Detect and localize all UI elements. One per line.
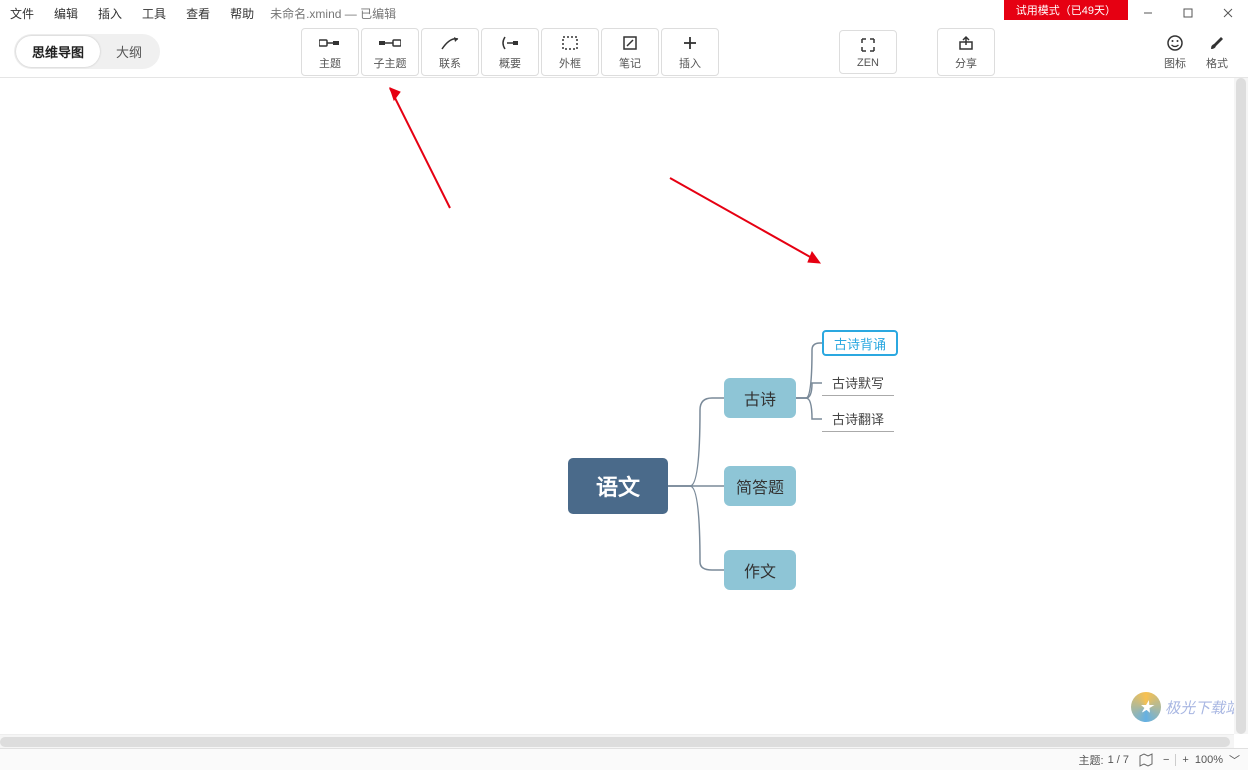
menu-file[interactable]: 文件 <box>0 5 44 22</box>
subtopic-beisong[interactable]: 古诗背诵 <box>822 330 898 356</box>
menu-bar: 文件 编辑 插入 工具 查看 帮助 未命名.xmind — 已编辑 试用模式（已… <box>0 0 1248 26</box>
central-topic[interactable]: 语文 <box>568 458 668 514</box>
annotation-arrow-2 <box>660 168 830 278</box>
zoom-in-button[interactable]: + <box>1182 754 1188 766</box>
document-title: 未命名.xmind — 已编辑 <box>264 5 396 22</box>
note-label: 笔记 <box>619 55 641 71</box>
menu-insert[interactable]: 插入 <box>88 5 132 22</box>
zoom-level[interactable]: 100% <box>1195 754 1223 766</box>
toolbar: 思维导图 大纲 主题 子主题 联系 概要 外框 笔记 插入 <box>0 26 1248 78</box>
menu-view[interactable]: 查看 <box>176 5 220 22</box>
boundary-button[interactable]: 外框 <box>541 28 599 76</box>
summary-label: 概要 <box>499 55 521 71</box>
share-label: 分享 <box>955 55 977 71</box>
map-overview-button[interactable] <box>1139 753 1153 767</box>
format-panel-button[interactable]: 格式 <box>1196 28 1238 76</box>
share-button[interactable]: 分享 <box>937 28 995 76</box>
branch-zuowen[interactable]: 作文 <box>724 550 796 590</box>
watermark-text: 极光下载站 <box>1165 697 1240 718</box>
map-icon <box>1139 753 1153 767</box>
topic-label: 主题 <box>319 55 341 71</box>
insert-label: 插入 <box>679 55 701 71</box>
view-switch: 思维导图 大纲 <box>14 34 160 69</box>
menu-edit[interactable]: 编辑 <box>44 5 88 22</box>
relation-label: 联系 <box>439 55 461 71</box>
topic-counter: 主题: 1 / 7 <box>1079 752 1129 768</box>
plus-icon <box>682 33 698 53</box>
brush-icon <box>1208 33 1226 53</box>
topic-button[interactable]: 主题 <box>301 28 359 76</box>
mindmap-canvas[interactable]: 语文 古诗 简答题 作文 古诗背诵 古诗默写 古诗翻译 ★ 极光下载站 <box>0 78 1248 748</box>
connector-lines <box>0 78 1248 748</box>
subtopic-button[interactable]: 子主题 <box>361 28 419 76</box>
branch-jiandati[interactable]: 简答题 <box>724 466 796 506</box>
icons-panel-button[interactable]: 图标 <box>1154 28 1196 76</box>
zen-button[interactable]: ZEN <box>839 30 897 74</box>
subtopic-icon <box>379 33 401 53</box>
note-icon <box>622 33 638 53</box>
boundary-label: 外框 <box>559 55 581 71</box>
smiley-icon <box>1166 33 1184 53</box>
note-button[interactable]: 笔记 <box>601 28 659 76</box>
icons-panel-label: 图标 <box>1164 55 1186 71</box>
share-icon <box>958 33 974 53</box>
chevron-down-icon[interactable]: ﹀ <box>1229 752 1240 768</box>
zoom-out-button[interactable]: − <box>1163 754 1169 766</box>
zen-label: ZEN <box>857 57 879 69</box>
vertical-scrollbar[interactable] <box>1234 78 1248 734</box>
summary-icon <box>501 33 519 53</box>
insert-button[interactable]: 插入 <box>661 28 719 76</box>
menu-tools[interactable]: 工具 <box>132 5 176 22</box>
status-bar: 主题: 1 / 7 − + 100% ﹀ <box>0 748 1248 770</box>
watermark: ★ 极光下载站 <box>1131 692 1240 722</box>
window-maximize-button[interactable] <box>1168 0 1208 26</box>
watermark-logo-icon: ★ <box>1131 692 1161 722</box>
menu-help[interactable]: 帮助 <box>220 5 264 22</box>
boundary-icon <box>561 33 579 53</box>
subtopic-fanyi[interactable]: 古诗翻译 <box>822 406 894 432</box>
zen-icon <box>860 35 876 55</box>
trial-badge[interactable]: 试用模式（已49天） <box>1004 0 1128 20</box>
window-close-button[interactable] <box>1208 0 1248 26</box>
relation-button[interactable]: 联系 <box>421 28 479 76</box>
subtopic-moxie[interactable]: 古诗默写 <box>822 370 894 396</box>
relation-icon <box>440 33 460 53</box>
horizontal-scrollbar[interactable] <box>0 734 1234 748</box>
format-panel-label: 格式 <box>1206 55 1228 71</box>
window-minimize-button[interactable] <box>1128 0 1168 26</box>
subtopic-label: 子主题 <box>374 55 407 71</box>
topic-icon <box>319 33 341 53</box>
annotation-arrow-1 <box>380 78 460 218</box>
summary-button[interactable]: 概要 <box>481 28 539 76</box>
branch-gushi[interactable]: 古诗 <box>724 378 796 418</box>
tab-mindmap[interactable]: 思维导图 <box>16 36 100 67</box>
tab-outline[interactable]: 大纲 <box>100 36 158 67</box>
